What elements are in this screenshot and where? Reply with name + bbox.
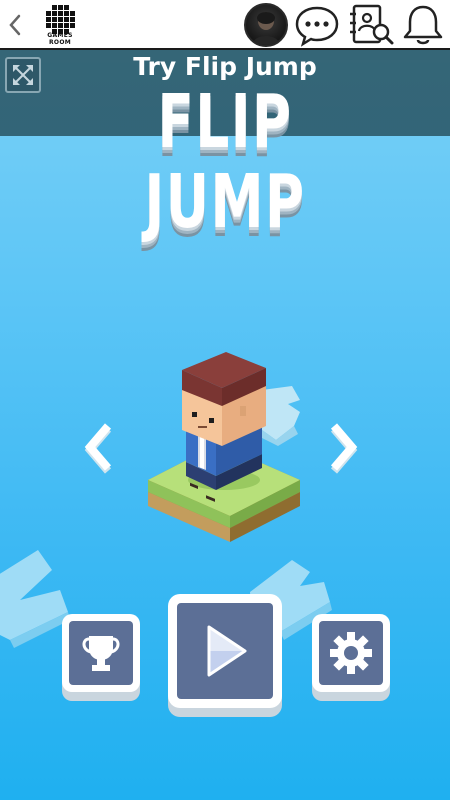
chevron-left-icon[interactable] [4,12,28,38]
bell-icon[interactable] [400,3,446,47]
page-title: Try Flip Jump [133,52,317,81]
trophy-icon [82,636,120,671]
leaderboard-button-face [69,621,133,685]
games-room-logo[interactable]: GAMES ROOM [36,4,84,46]
cube-character [182,352,266,502]
chat-bubble-icon[interactable] [294,3,340,47]
leaderboard-button[interactable] [62,614,140,692]
logo-word-flip: FLIP [157,79,293,165]
app-top-bar: GAMES ROOM [0,0,450,50]
character-preview [148,352,300,542]
user-avatar[interactable] [244,3,288,47]
settings-button-face [319,621,383,685]
game-screen: GAMES ROOM Try Flip Jump FLIP JUMP [0,0,450,800]
gear-icon [330,632,372,674]
play-icon [207,625,247,677]
game-logo: FLIP JUMP [0,82,450,242]
logo-text: GAMES ROOM [47,32,73,46]
wing-shape [262,386,300,446]
logo-word-jump: JUMP [144,159,306,245]
play-button-face [177,603,273,699]
person-photo-icon [252,12,280,45]
play-button[interactable] [168,594,282,708]
contacts-search-icon[interactable] [348,3,394,47]
settings-button[interactable] [312,614,390,692]
